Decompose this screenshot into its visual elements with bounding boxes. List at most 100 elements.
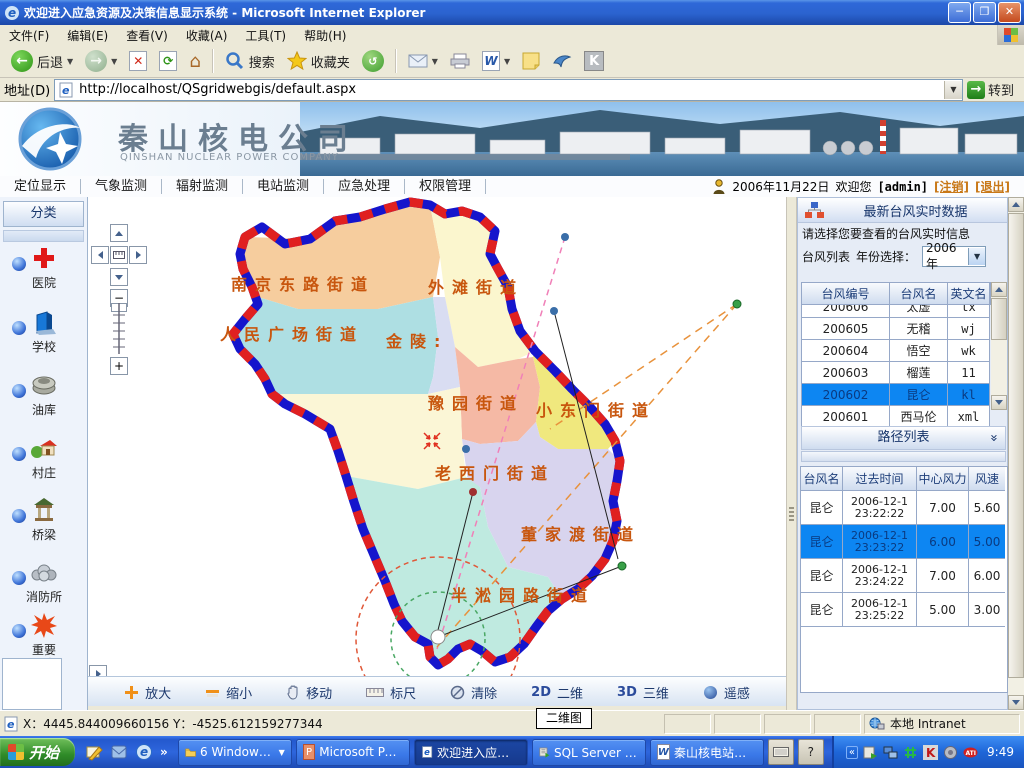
sidebar-item-village[interactable]: 村庄 <box>0 435 88 480</box>
year-select[interactable]: 2006年 ▼ <box>922 246 986 267</box>
home-button[interactable]: ⌂ <box>184 49 205 74</box>
chevron-down-icon[interactable]: ▼ <box>968 248 985 265</box>
sidebar-item-fire-station[interactable]: 消防所 <box>0 559 88 604</box>
favorites-button[interactable]: 收藏夹 <box>282 49 355 73</box>
tab-emergency-handle[interactable]: 应急处理 <box>324 179 405 194</box>
go-button[interactable]: → 转到 <box>967 80 1020 99</box>
sidebar-item-bridge[interactable]: 桥梁 <box>0 497 88 542</box>
scroll-thumb[interactable] <box>1008 213 1024 678</box>
vertical-splitter[interactable] <box>786 197 797 710</box>
map-clear-tool[interactable]: 清除 <box>450 683 497 702</box>
table-row[interactable]: 200604 悟空 wk <box>802 340 991 362</box>
map-3d-tool[interactable]: 3D 三维 <box>617 683 669 702</box>
task-button-sql-server[interactable]: SQL Server 服务... <box>532 739 646 766</box>
help-language-button[interactable]: ? <box>798 739 824 765</box>
scroll-down-button[interactable] <box>1008 695 1024 710</box>
sidebar-item-school[interactable]: 学校 <box>0 309 88 354</box>
logout-link[interactable]: [注销] <box>934 178 969 195</box>
center-ruler-button[interactable] <box>110 246 128 264</box>
menu-help[interactable]: 帮助(H) <box>295 27 355 44</box>
map-zoom-in-tool[interactable]: 放大 <box>124 683 171 702</box>
tray-kaspersky-icon[interactable]: K <box>923 745 938 760</box>
kaspersky-button[interactable]: K <box>579 49 609 73</box>
table-row[interactable]: 昆仑 2006-12-1 23:22:22 7.00 5.60 <box>801 491 1007 525</box>
pan-left-button[interactable] <box>91 246 109 264</box>
sidebar-item-oil-depot[interactable]: 油库 <box>0 372 88 417</box>
horizontal-splitter[interactable] <box>801 451 1006 462</box>
collapse-chevron-icon[interactable]: » <box>982 434 1004 442</box>
tab-locate-display[interactable]: 定位显示 <box>0 179 81 194</box>
tab-station-monitor[interactable]: 电站监测 <box>243 179 324 194</box>
menu-file[interactable]: 文件(F) <box>0 27 58 44</box>
ie-launch-icon[interactable]: e <box>135 743 153 761</box>
window-scrollbar[interactable] <box>1008 197 1024 710</box>
forward-button[interactable]: →▼ <box>80 48 122 74</box>
scroll-thumb[interactable] <box>991 298 1007 340</box>
tray-network-icon[interactable] <box>883 745 898 760</box>
task-button-emergency-system[interactable]: e 欢迎进入应急资... <box>414 739 528 766</box>
task-button-word-doc[interactable]: W 秦山核电站应急... <box>650 739 764 766</box>
mail-button[interactable]: ▼ <box>403 52 443 70</box>
note-button[interactable] <box>517 50 545 72</box>
print-button[interactable] <box>445 51 475 71</box>
path-list-header[interactable]: 路径列表 » <box>801 426 1006 450</box>
table-row[interactable]: 200606 太虚 tx <box>802 305 991 318</box>
sidebar-expand-button[interactable] <box>89 665 107 676</box>
task-button-explorer-group[interactable]: 6 Windows Expl... ▼ <box>178 739 292 766</box>
sidebar-item-hospital[interactable]: 医院 <box>0 245 88 290</box>
tab-permission-manage[interactable]: 权限管理 <box>405 179 486 194</box>
tray-volume-icon[interactable] <box>943 745 958 760</box>
tray-sql-icon[interactable] <box>863 745 878 760</box>
exit-link[interactable]: [退出] <box>975 178 1010 195</box>
tray-grid-icon[interactable] <box>903 745 918 760</box>
quick-launch-overflow[interactable]: » <box>160 745 168 759</box>
edit-word-button[interactable]: W▼ <box>477 49 515 73</box>
menu-view[interactable]: 查看(V) <box>117 27 177 44</box>
scroll-up-button[interactable] <box>1008 197 1024 212</box>
task-button-powerpoint[interactable]: P Microsoft PowerP... <box>296 739 410 766</box>
refresh-button[interactable]: ⟳ <box>154 49 182 73</box>
scroll-up-button[interactable] <box>991 282 1007 297</box>
map-canvas[interactable]: 南京东路街道 外滩街道 人民广场街道 金陵: 豫园街道 小东门街道 老西门街道 … <box>88 197 786 676</box>
zoom-slider-track[interactable] <box>110 301 128 356</box>
map-pan-tool[interactable]: 移动 <box>286 683 332 702</box>
table-row-selected[interactable]: 昆仑 2006-12-1 23:23:22 6.00 5.00 <box>801 525 1007 559</box>
stop-button[interactable]: ✕ <box>124 49 152 73</box>
map-remote-sensing-tool[interactable]: 遥感 <box>703 683 750 702</box>
pan-down-button[interactable] <box>110 268 128 286</box>
tray-ati-icon[interactable]: ATI <box>963 745 978 760</box>
table-row[interactable]: 200605 无稽 wj <box>802 318 991 340</box>
address-input[interactable] <box>77 81 944 99</box>
start-button[interactable]: 开始 <box>0 738 75 766</box>
close-button[interactable]: ✕ <box>998 2 1021 23</box>
table-row[interactable]: 200601 西马伦 xml <box>802 406 991 428</box>
map-zoom-out-tool[interactable]: 缩小 <box>205 683 252 702</box>
minimize-button[interactable]: ─ <box>948 2 971 23</box>
back-button[interactable]: ← 后退▼ <box>6 48 78 74</box>
pan-up-button[interactable] <box>110 224 128 242</box>
table-row[interactable]: 昆仑 2006-12-1 23:25:22 5.00 3.00 <box>801 593 1007 627</box>
search-button[interactable]: 搜索 <box>220 49 280 73</box>
map-2d-tool[interactable]: 2D 二维 <box>531 683 583 702</box>
tab-weather-monitor[interactable]: 气象监测 <box>81 179 162 194</box>
typhoon-table-scrollbar[interactable] <box>991 282 1007 410</box>
menu-tools[interactable]: 工具(T) <box>236 27 295 44</box>
table-row[interactable]: 200603 榴莲 11 <box>802 362 991 384</box>
tab-radiation-monitor[interactable]: 辐射监测 <box>162 179 243 194</box>
map-ruler-tool[interactable]: 标尺 <box>366 683 416 702</box>
scroll-down-button[interactable] <box>991 395 1007 410</box>
outlook-icon[interactable] <box>110 743 128 761</box>
restore-button[interactable]: ❐ <box>973 2 996 23</box>
history-button[interactable]: ↺ <box>357 48 389 74</box>
hide-icons-chevron[interactable]: « <box>846 746 858 759</box>
address-dropdown-button[interactable]: ▼ <box>944 81 962 99</box>
netants-button[interactable] <box>547 51 577 71</box>
keyboard-language-button[interactable] <box>768 739 794 765</box>
pan-right-button[interactable] <box>129 246 147 264</box>
show-desktop-icon[interactable] <box>85 743 103 761</box>
table-row[interactable]: 昆仑 2006-12-1 23:24:22 7.00 6.00 <box>801 559 1007 593</box>
menu-favorites[interactable]: 收藏(A) <box>177 27 237 44</box>
menu-edit[interactable]: 编辑(E) <box>58 27 117 44</box>
table-row-selected[interactable]: 200602 昆仑 kl <box>802 384 991 406</box>
zoom-in-button[interactable]: + <box>110 357 128 375</box>
